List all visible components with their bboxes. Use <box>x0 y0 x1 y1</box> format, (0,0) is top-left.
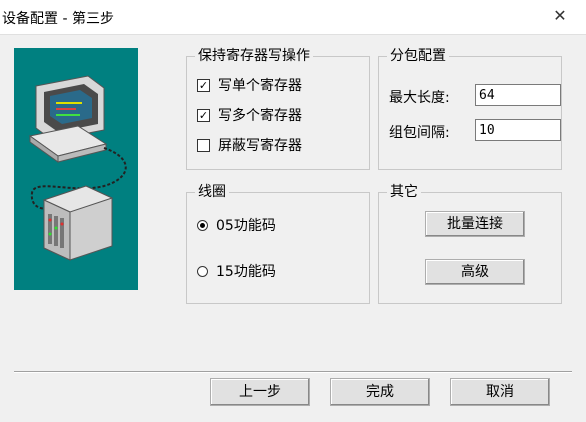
previous-step-button[interactable]: 上一步 <box>210 378 310 406</box>
computer-and-device-icon <box>28 75 127 261</box>
max-length-label: 最大长度: <box>389 90 450 106</box>
coil-fc15-label: 15功能码 <box>216 264 276 280</box>
coil-fc05-radio[interactable] <box>197 219 208 231</box>
max-length-input[interactable] <box>475 84 561 106</box>
write-single-register-option[interactable]: ✓ 写单个寄存器 <box>197 75 302 95</box>
network-computer-illustration <box>14 48 138 290</box>
title-bar: 设备配置 - 第三步 ✕ <box>0 0 586 35</box>
coil-fc05-option[interactable]: 05功能码 <box>197 215 276 235</box>
footer-separator <box>14 371 572 373</box>
holding-register-group: 保持寄存器写操作 ✓ 写单个寄存器 ✓ 写多个寄存器 屏蔽写寄存器 <box>186 47 370 170</box>
coil-fc05-label: 05功能码 <box>216 218 276 234</box>
other-group: 其它 批量连接 高级 <box>378 183 562 304</box>
coil-fc15-radio[interactable] <box>197 265 208 277</box>
mask-write-register-label: 屏蔽写寄存器 <box>218 138 302 154</box>
packet-config-group: 分包配置 最大长度: 组包间隔: <box>378 47 562 170</box>
write-multiple-register-option[interactable]: ✓ 写多个寄存器 <box>197 105 302 125</box>
coil-fc15-option[interactable]: 15功能码 <box>197 261 276 281</box>
coil-group: 线圈 05功能码 15功能码 <box>186 183 370 304</box>
cancel-button[interactable]: 取消 <box>450 378 550 406</box>
write-single-register-checkbox[interactable]: ✓ <box>197 78 210 92</box>
mask-write-register-checkbox[interactable] <box>197 138 210 152</box>
other-group-label: 其它 <box>387 183 421 201</box>
write-multiple-register-checkbox[interactable]: ✓ <box>197 108 210 122</box>
window-title: 设备配置 - 第三步 <box>2 11 114 27</box>
packet-interval-input[interactable] <box>475 119 561 141</box>
coil-group-label: 线圈 <box>195 183 229 201</box>
holding-register-group-label: 保持寄存器写操作 <box>195 47 313 65</box>
write-multiple-register-label: 写多个寄存器 <box>218 108 302 124</box>
close-icon[interactable]: ✕ <box>550 6 570 26</box>
packet-interval-label: 组包间隔: <box>389 125 450 141</box>
finish-button[interactable]: 完成 <box>330 378 430 406</box>
batch-connect-button[interactable]: 批量连接 <box>425 211 525 237</box>
write-single-register-label: 写单个寄存器 <box>218 78 302 94</box>
packet-config-group-label: 分包配置 <box>387 47 449 65</box>
advanced-button[interactable]: 高级 <box>425 259 525 285</box>
mask-write-register-option[interactable]: 屏蔽写寄存器 <box>197 135 302 155</box>
